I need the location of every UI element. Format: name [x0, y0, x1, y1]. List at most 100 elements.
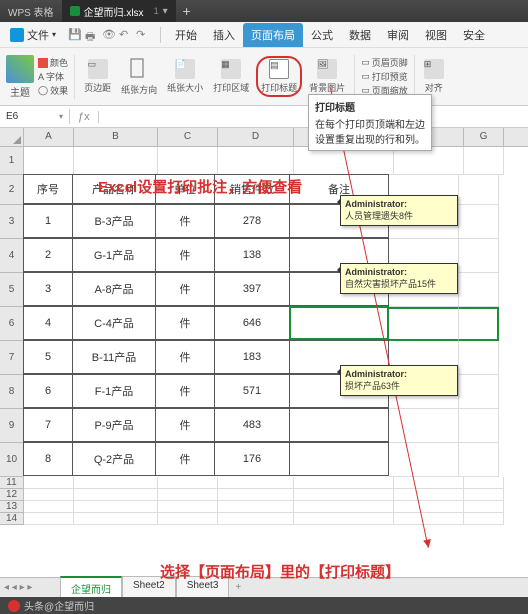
cell[interactable]: 序号	[23, 174, 73, 204]
col-header[interactable]: D	[218, 128, 294, 146]
align-button[interactable]: ⊞对齐	[421, 57, 447, 96]
cell[interactable]: 646	[214, 306, 290, 340]
print-icon[interactable]: 🖶	[85, 28, 99, 42]
cell[interactable]: B-11产品	[72, 340, 156, 374]
cell[interactable]	[294, 513, 394, 525]
cell[interactable]: 7	[23, 408, 73, 442]
cell[interactable]	[464, 501, 504, 513]
cell[interactable]	[158, 477, 218, 489]
cell[interactable]	[294, 477, 394, 489]
cell[interactable]	[459, 239, 499, 273]
cell[interactable]: P-9产品	[72, 408, 156, 442]
save-icon[interactable]: 💾	[68, 28, 82, 42]
row-header[interactable]: 14	[0, 513, 24, 525]
redo-icon[interactable]: ↷	[136, 28, 150, 42]
cell[interactable]: 5	[23, 340, 73, 374]
menu-tab-1[interactable]: 插入	[205, 23, 243, 47]
cell[interactable]: 件	[155, 272, 215, 306]
cell[interactable]	[218, 477, 294, 489]
cell[interactable]	[394, 147, 464, 175]
row-header[interactable]: 4	[0, 239, 24, 273]
cell[interactable]	[394, 477, 464, 489]
effect-icon[interactable]: ◯	[38, 85, 48, 96]
cell[interactable]	[459, 341, 499, 375]
name-box[interactable]: E6▾	[0, 109, 70, 124]
cell[interactable]: 4	[23, 306, 73, 340]
fx-icon[interactable]: ƒx	[70, 111, 99, 123]
background-button[interactable]: 🖼背景图片	[306, 57, 348, 96]
row-header[interactable]: 11	[0, 477, 24, 489]
cell[interactable]	[459, 175, 499, 205]
cell[interactable]: Q-2产品	[72, 442, 156, 476]
cell[interactable]: 件	[155, 238, 215, 272]
cell[interactable]	[464, 147, 504, 175]
cell[interactable]	[24, 513, 74, 525]
cell[interactable]	[459, 443, 499, 477]
menu-tab-3[interactable]: 公式	[303, 23, 341, 47]
cell[interactable]	[289, 306, 389, 340]
cell[interactable]	[158, 513, 218, 525]
undo-icon[interactable]: ↶	[119, 28, 133, 42]
cell[interactable]	[394, 489, 464, 501]
cell[interactable]	[464, 513, 504, 525]
row-header[interactable]: 13	[0, 501, 24, 513]
cell[interactable]: 1	[23, 204, 73, 238]
cell[interactable]	[24, 147, 74, 175]
menu-tab-0[interactable]: 开始	[167, 23, 205, 47]
cell[interactable]	[389, 443, 459, 477]
menu-tab-6[interactable]: 视图	[417, 23, 455, 47]
print-titles-button[interactable]: ▤打印标题	[256, 56, 302, 97]
size-button[interactable]: 📄纸张大小	[164, 57, 206, 96]
cell[interactable]: 件	[155, 408, 215, 442]
orientation-button[interactable]: 纸张方向	[118, 55, 160, 98]
cell[interactable]	[289, 408, 389, 442]
cell[interactable]: 138	[214, 238, 290, 272]
cell[interactable]	[459, 307, 499, 341]
cell[interactable]	[289, 442, 389, 476]
row-header[interactable]: 3	[0, 205, 24, 239]
margin-button[interactable]: ▭页边距	[81, 57, 114, 96]
print-preview-button[interactable]: ▭打印预览	[361, 70, 408, 83]
cell[interactable]	[218, 513, 294, 525]
row-header[interactable]: 5	[0, 273, 24, 307]
cell[interactable]: 件	[155, 306, 215, 340]
cell[interactable]	[394, 513, 464, 525]
cell[interactable]	[218, 501, 294, 513]
col-header[interactable]: G	[464, 128, 504, 146]
menu-tab-4[interactable]: 数据	[341, 23, 379, 47]
font-icon[interactable]: A	[38, 72, 44, 82]
tab-dropdown-icon[interactable]: ▾	[163, 6, 168, 17]
cell[interactable]: F-1产品	[72, 374, 156, 408]
cell[interactable]	[464, 489, 504, 501]
cell[interactable]: C-4产品	[72, 306, 156, 340]
sheet-tab[interactable]: 企望而归	[60, 576, 122, 599]
row-header[interactable]: 9	[0, 409, 24, 443]
new-tab-button[interactable]: +	[176, 3, 198, 19]
sheet-nav[interactable]: ◂ ◂ ▸ ▸	[4, 582, 32, 593]
cell[interactable]	[74, 501, 158, 513]
cell[interactable]: B-3产品	[72, 204, 156, 238]
cell[interactable]	[158, 501, 218, 513]
print-area-button[interactable]: ▦打印区域	[210, 57, 252, 96]
menu-tab-5[interactable]: 审阅	[379, 23, 417, 47]
cell[interactable]: A-8产品	[72, 272, 156, 306]
cell[interactable]	[294, 489, 394, 501]
cell[interactable]: 件	[155, 374, 215, 408]
file-menu[interactable]: 文件▾	[4, 25, 62, 45]
cell[interactable]: 483	[214, 408, 290, 442]
preview-icon[interactable]: 👁	[102, 28, 116, 42]
cell[interactable]	[459, 409, 499, 443]
cell[interactable]	[389, 307, 459, 341]
cell[interactable]	[218, 489, 294, 501]
cell[interactable]	[158, 489, 218, 501]
header-footer-button[interactable]: ▭页眉页脚	[361, 56, 408, 69]
cell[interactable]: 3	[23, 272, 73, 306]
cell[interactable]	[74, 477, 158, 489]
menu-tab-2[interactable]: 页面布局	[243, 23, 303, 47]
cell[interactable]: 6	[23, 374, 73, 408]
cell[interactable]: 183	[214, 340, 290, 374]
cell[interactable]: 件	[155, 340, 215, 374]
file-tab[interactable]: 企望而归.xlsx 1 ▾	[62, 0, 176, 22]
add-sheet-button[interactable]: +	[229, 582, 247, 593]
cell[interactable]: 8	[23, 442, 73, 476]
